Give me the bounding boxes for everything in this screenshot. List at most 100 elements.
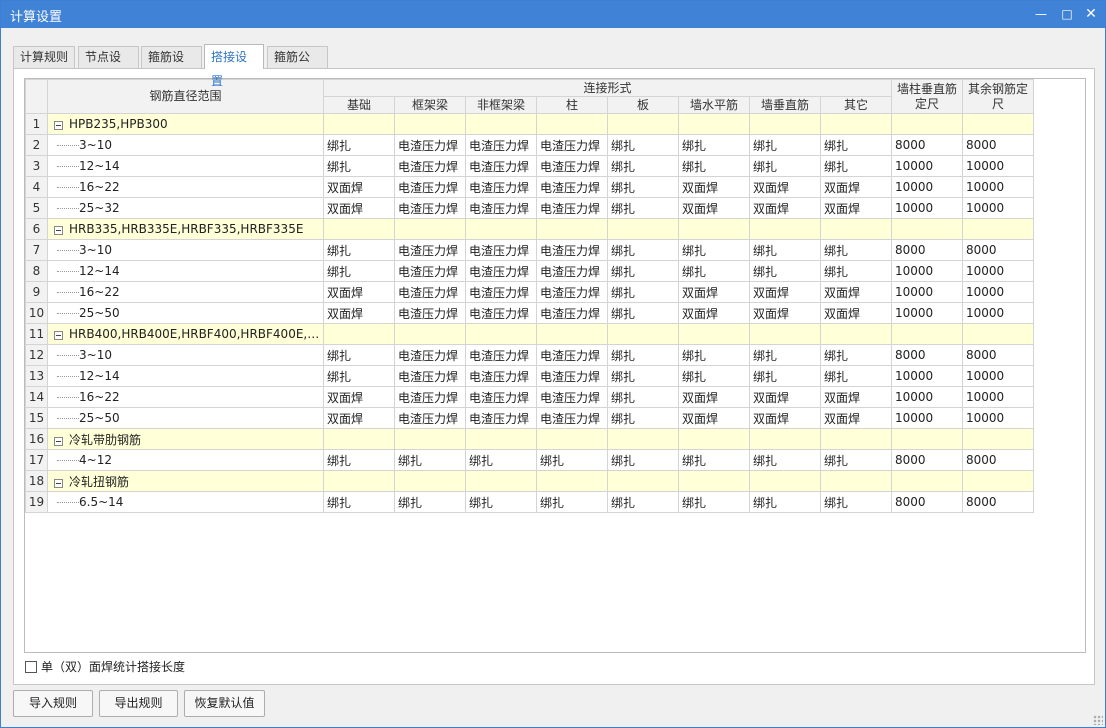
grid-cell[interactable]: 双面焊 (678, 281, 750, 303)
grid-cell[interactable] (749, 428, 821, 450)
grid-cell[interactable]: 绑扎 (607, 197, 679, 219)
tab-node-settings[interactable]: 节点设置 (78, 46, 139, 84)
grid-cell[interactable]: 10000 (891, 281, 964, 303)
grid-cell[interactable]: 绑扎 (607, 155, 679, 177)
grid-cell[interactable] (678, 113, 750, 135)
weld-lap-option[interactable]: 单（双）面焊统计搭接长度 (25, 658, 185, 674)
group-label-cell[interactable]: 冷轧带肋钢筋 (47, 428, 324, 450)
grid-cell[interactable]: 8000 (891, 134, 964, 156)
group-row[interactable]: 11 HRB400,HRB400E,HRBF400,HRBF400E,RR... (25, 323, 1035, 345)
grid-cell[interactable]: 绑扎 (607, 134, 679, 156)
grid-cell[interactable] (465, 218, 537, 240)
grid-cell[interactable]: 电渣压力焊 (394, 155, 466, 177)
grid-cell[interactable]: 8000 (962, 239, 1035, 261)
grid-cell[interactable] (465, 113, 537, 135)
grid-cell[interactable]: 双面焊 (749, 302, 821, 324)
range-cell[interactable]: 12~14 (47, 155, 324, 177)
grid-cell[interactable]: 8000 (891, 449, 964, 471)
grid-cell[interactable]: 双面焊 (323, 407, 395, 429)
grid-cell[interactable]: 电渣压力焊 (536, 407, 608, 429)
grid-cell[interactable]: 绑扎 (749, 155, 821, 177)
grid-cell[interactable]: 绑扎 (819, 344, 893, 366)
grid-cell[interactable]: 双面焊 (749, 197, 821, 219)
table-row[interactable]: 19 6.5~14 绑扎 绑扎 绑扎 绑扎 绑扎 绑扎 绑扎 绑扎 8000 8000 (25, 491, 1035, 513)
grid-cell[interactable]: 10000 (962, 281, 1035, 303)
grid-cell[interactable]: 绑扎 (678, 365, 750, 387)
grid-cell[interactable]: 电渣压力焊 (394, 407, 466, 429)
grid-cell[interactable]: 双面焊 (323, 386, 395, 408)
grid-cell[interactable]: 绑扎 (819, 491, 893, 513)
grid-cell[interactable] (962, 323, 1035, 345)
grid-cell[interactable]: 绑扎 (323, 491, 395, 513)
grid-cell[interactable] (749, 218, 821, 240)
grid-cell[interactable] (678, 323, 750, 345)
grid-cell[interactable]: 绑扎 (819, 239, 893, 261)
table-row[interactable]: 14 16~22 双面焊 电渣压力焊 电渣压力焊 电渣压力焊 绑扎 双面焊 双面焊 双面焊 1000… (25, 386, 1035, 408)
group-label-cell[interactable]: HPB235,HPB300 (47, 113, 324, 135)
grid-cell[interactable] (962, 470, 1035, 492)
grid-cell[interactable]: 电渣压力焊 (536, 302, 608, 324)
range-cell[interactable]: 25~50 (47, 302, 324, 324)
grid-cell[interactable]: 绑扎 (394, 449, 466, 471)
grid-cell[interactable]: 10000 (962, 176, 1035, 198)
group-label-cell[interactable]: HRB335,HRB335E,HRBF335,HRBF335E (47, 218, 324, 240)
grid-cell[interactable]: 电渣压力焊 (465, 344, 537, 366)
table-row[interactable]: 3 12~14 绑扎 电渣压力焊 电渣压力焊 电渣压力焊 绑扎 绑扎 绑扎 绑扎 10000 1000… (25, 155, 1035, 177)
weld-lap-checkbox[interactable] (25, 660, 37, 673)
group-row[interactable]: 18 冷轧扭钢筋 (25, 470, 1035, 492)
grid-cell[interactable]: 绑扎 (607, 449, 679, 471)
grid-cell[interactable] (819, 323, 893, 345)
grid-cell[interactable]: 10000 (891, 302, 964, 324)
grid-cell[interactable]: 电渣压力焊 (536, 197, 608, 219)
grid-cell[interactable]: 电渣压力焊 (465, 155, 537, 177)
grid-cell[interactable]: 绑扎 (749, 344, 821, 366)
grid-cell[interactable]: 8000 (962, 134, 1035, 156)
grid-cell[interactable] (891, 218, 964, 240)
grid-cell[interactable] (323, 323, 395, 345)
grid-cell[interactable]: 绑扎 (607, 491, 679, 513)
grid-cell[interactable]: 绑扎 (465, 491, 537, 513)
grid-cell[interactable]: 10000 (962, 407, 1035, 429)
grid-cell[interactable]: 电渣压力焊 (465, 134, 537, 156)
range-cell[interactable]: 6.5~14 (47, 491, 324, 513)
range-cell[interactable]: 16~22 (47, 281, 324, 303)
collapse-icon[interactable] (54, 226, 63, 235)
grid-cell[interactable]: 绑扎 (607, 239, 679, 261)
grid-cell[interactable]: 双面焊 (749, 407, 821, 429)
grid-cell[interactable]: 电渣压力焊 (465, 239, 537, 261)
close-icon[interactable]: ✕ (1081, 4, 1101, 24)
group-row[interactable]: 16 冷轧带肋钢筋 (25, 428, 1035, 450)
grid-cell[interactable]: 绑扎 (323, 344, 395, 366)
grid-cell[interactable] (819, 470, 893, 492)
grid-cell[interactable]: 绑扎 (323, 239, 395, 261)
grid-cell[interactable] (891, 323, 964, 345)
collapse-icon[interactable] (54, 331, 63, 340)
range-cell[interactable]: 12~14 (47, 365, 324, 387)
grid-cell[interactable]: 绑扎 (607, 407, 679, 429)
grid-cell[interactable]: 绑扎 (607, 260, 679, 282)
grid-cell[interactable]: 10000 (962, 386, 1035, 408)
grid-cell[interactable]: 双面焊 (323, 176, 395, 198)
grid-cell[interactable] (819, 428, 893, 450)
grid-cell[interactable]: 绑扎 (819, 449, 893, 471)
grid-cell[interactable]: 绑扎 (819, 134, 893, 156)
grid-cell[interactable]: 8000 (962, 449, 1035, 471)
grid-cell[interactable]: 绑扎 (465, 449, 537, 471)
group-row[interactable]: 6 HRB335,HRB335E,HRBF335,HRBF335E (25, 218, 1035, 240)
grid-cell[interactable] (536, 113, 608, 135)
grid-cell[interactable] (607, 470, 679, 492)
grid-cell[interactable]: 电渣压力焊 (394, 386, 466, 408)
grid-cell[interactable]: 绑扎 (323, 155, 395, 177)
grid-cell[interactable] (891, 470, 964, 492)
grid-cell[interactable]: 8000 (962, 344, 1035, 366)
grid-cell[interactable]: 绑扎 (749, 239, 821, 261)
grid-cell[interactable]: 电渣压力焊 (536, 281, 608, 303)
grid-cell[interactable] (678, 470, 750, 492)
range-cell[interactable]: 3~10 (47, 134, 324, 156)
grid-cell[interactable] (465, 323, 537, 345)
grid-cell[interactable]: 双面焊 (819, 197, 893, 219)
grid-cell[interactable]: 双面焊 (819, 176, 893, 198)
grid-cell[interactable] (891, 113, 964, 135)
grid-cell[interactable]: 绑扎 (607, 365, 679, 387)
grid-cell[interactable] (819, 113, 893, 135)
